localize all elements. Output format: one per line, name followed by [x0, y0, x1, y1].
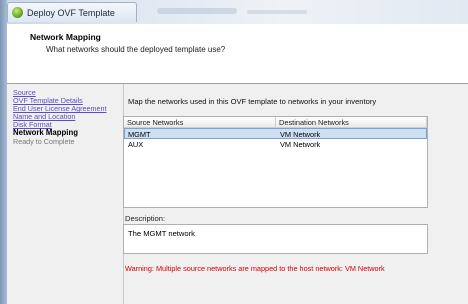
background-blur — [157, 8, 237, 14]
window-tab[interactable]: Deploy OVF Template — [7, 2, 137, 22]
table-row[interactable]: AUX VM Network — [124, 139, 427, 150]
vsphere-app-icon — [12, 7, 23, 18]
description-label: Description: — [125, 214, 166, 223]
background-blur — [247, 10, 307, 14]
warning-message: Warning: Multiple source networks are ma… — [125, 264, 385, 273]
column-header-destination[interactable]: Destination Networks — [276, 117, 427, 128]
network-mapping-table: Source Networks Destination Networks MGM… — [123, 116, 428, 208]
window-frame-left — [0, 0, 7, 304]
nav-step-disk-format[interactable]: Disk Format — [13, 121, 123, 129]
page-title: Network Mapping — [30, 32, 101, 42]
title-bar: Deploy OVF Template — [7, 0, 468, 24]
nav-step-source[interactable]: Source — [13, 89, 123, 97]
description-box: The MGMT network — [123, 224, 428, 254]
source-network-cell: AUX — [128, 140, 144, 149]
nav-step-name-location[interactable]: Name and Location — [13, 113, 123, 121]
column-header-source[interactable]: Source Networks — [124, 117, 276, 128]
wizard-header: Network Mapping What networks should the… — [7, 24, 468, 84]
nav-step-ovf-details[interactable]: OVF Template Details — [13, 97, 123, 105]
table-row[interactable]: MGMT VM Network — [124, 128, 427, 139]
description-text: The MGMT network — [128, 229, 195, 238]
nav-step-network-mapping: Network Mapping — [13, 129, 78, 137]
destination-network-cell[interactable]: VM Network — [280, 139, 320, 150]
page-subtitle: What networks should the deployed templa… — [46, 45, 226, 54]
wizard-steps-nav: Source OVF Template Details End User Lic… — [7, 84, 123, 304]
nav-step-eula[interactable]: End User License Agreement — [13, 105, 123, 113]
window-title: Deploy OVF Template — [27, 8, 115, 18]
instruction-text: Map the networks used in this OVF templa… — [128, 97, 377, 106]
nav-step-ready: Ready to Complete — [13, 138, 75, 146]
